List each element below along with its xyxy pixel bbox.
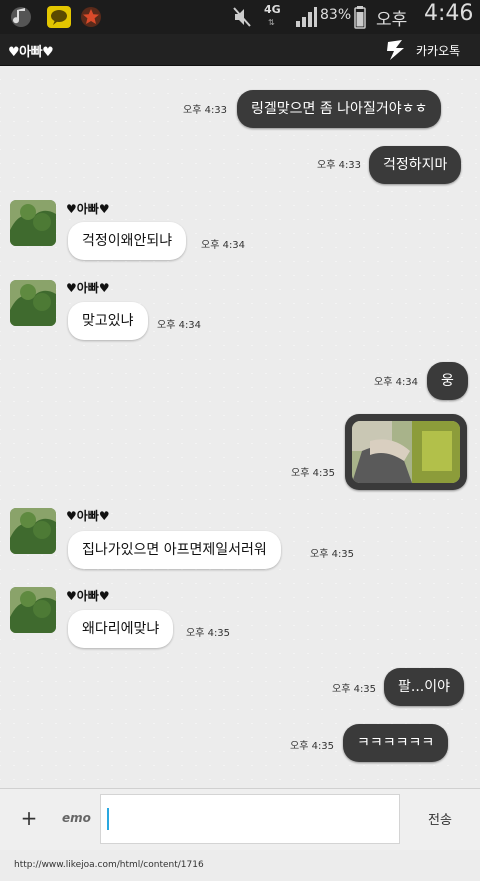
- avatar[interactable]: [10, 587, 56, 633]
- network-type: 4G: [264, 3, 281, 16]
- outgoing-bubble[interactable]: 링겔맞으면 좀 나아질거야ㅎㅎ: [237, 90, 442, 128]
- message-time: 오후 4:33: [317, 160, 362, 171]
- clock: 4:46: [424, 1, 474, 26]
- battery-icon: [354, 6, 366, 29]
- incoming-bubble[interactable]: 집나가있으면 아프면제일서러워: [68, 531, 281, 569]
- message-time: 오후 4:35: [290, 741, 335, 752]
- message-time: 오후 4:34: [157, 320, 202, 331]
- clock-ampm: 오후: [376, 10, 408, 30]
- app-name: 카카오톡: [416, 44, 461, 58]
- message-input[interactable]: [100, 794, 400, 844]
- text-cursor: [107, 808, 109, 830]
- chat-header: ♥아빠♥ 카카오톡: [0, 34, 480, 66]
- signal-icon: [296, 7, 317, 27]
- incoming-bubble[interactable]: 걱정이왜안되냐: [68, 222, 187, 260]
- message-time: 오후 4:35: [310, 549, 355, 560]
- emoticon-button[interactable]: emo: [62, 811, 91, 825]
- sender-name: ♥아빠♥: [66, 281, 110, 295]
- music-icon: [11, 7, 31, 27]
- outgoing-bubble[interactable]: 웅: [427, 362, 468, 400]
- photo-thumbnail[interactable]: [352, 421, 460, 483]
- message-time: 오후 4:35: [186, 628, 231, 639]
- sender-name: ♥아빠♥: [66, 202, 110, 216]
- chat-title[interactable]: ♥아빠♥: [8, 41, 54, 60]
- data-activity-icon: ⇅: [268, 18, 275, 27]
- photo-message[interactable]: [345, 414, 467, 490]
- message-time: 오후 4:34: [201, 240, 246, 251]
- battery-percent: 83%: [320, 7, 352, 23]
- avatar[interactable]: [10, 280, 56, 326]
- kakaotalk-icon: [47, 6, 71, 28]
- outgoing-bubble[interactable]: 팔...이야: [384, 668, 464, 706]
- send-button[interactable]: 전송: [428, 809, 452, 828]
- star-icon: [81, 7, 101, 27]
- message-time: 오후 4:33: [183, 105, 228, 116]
- input-bar: + emo 전송: [0, 788, 480, 850]
- source-url: http://www.likejoa.com/html/content/1716: [14, 860, 204, 870]
- kakao-bolt-icon[interactable]: [384, 38, 410, 62]
- incoming-bubble[interactable]: 왜다리에맞냐: [68, 610, 174, 648]
- status-bar: 4G ⇅ 83% 오후 4:46: [0, 0, 480, 34]
- sender-name: ♥아빠♥: [66, 509, 110, 523]
- message-time: 오후 4:35: [291, 468, 336, 479]
- sender-name: ♥아빠♥: [66, 589, 110, 603]
- outgoing-bubble[interactable]: ㅋㅋㅋㅋㅋㅋ: [343, 724, 449, 762]
- avatar[interactable]: [10, 200, 56, 246]
- outgoing-bubble[interactable]: 걱정하지마: [369, 146, 462, 184]
- incoming-bubble[interactable]: 맞고있냐: [68, 302, 148, 340]
- message-time: 오후 4:34: [374, 377, 419, 388]
- source-footer: http://www.likejoa.com/html/content/1716: [0, 850, 480, 881]
- message-time: 오후 4:35: [332, 684, 377, 695]
- mute-icon: [233, 7, 251, 27]
- plus-button[interactable]: +: [18, 807, 40, 829]
- avatar[interactable]: [10, 508, 56, 554]
